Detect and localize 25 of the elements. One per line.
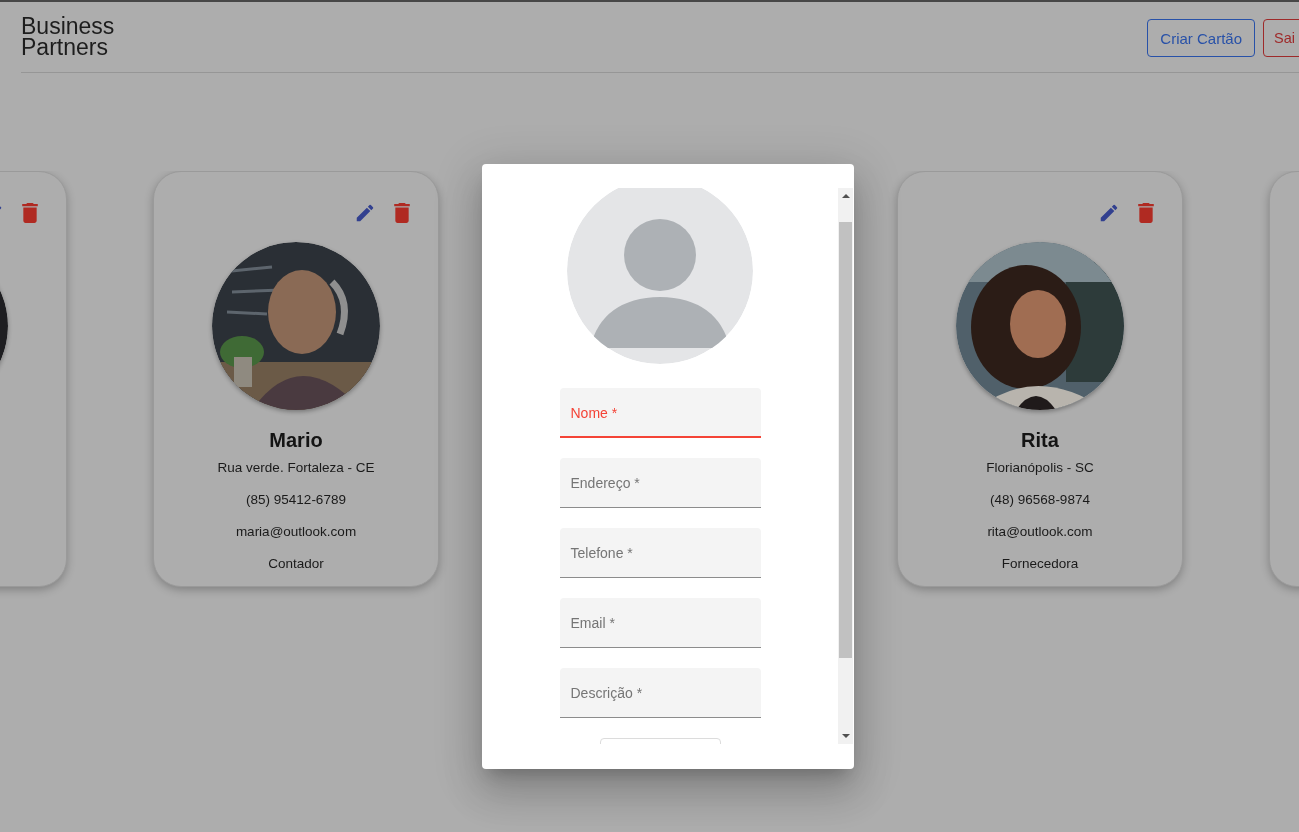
input-field[interactable]: Email * <box>559 598 761 648</box>
delete-icon[interactable] <box>22 203 38 223</box>
input-field[interactable]: Endereço * <box>559 458 761 508</box>
input-field[interactable]: Telefone * <box>559 528 761 578</box>
partner-address: Florianópolis - SC <box>986 459 1094 477</box>
pencil-icon[interactable] <box>1098 202 1120 224</box>
partner-phone: (85) 95412-6789 <box>246 491 346 509</box>
partner-role: Contador <box>268 555 324 573</box>
exit-button[interactable]: Sai <box>1263 19 1299 57</box>
partner-phone: (48) 96568-9874 <box>990 491 1090 509</box>
app-title: Business <box>21 16 115 37</box>
input-field[interactable]: Descrição * <box>559 668 761 718</box>
pencil-icon[interactable] <box>354 202 376 224</box>
partner-address: Rua verde. Fortaleza - CE <box>217 459 375 477</box>
partner-email: rita@outlook.com <box>987 523 1093 541</box>
app-title: Partners <box>21 37 109 58</box>
avatar-placeholder-icon <box>567 188 753 364</box>
partner-name: Rita <box>1021 428 1059 452</box>
partner-role: Fornecedora <box>1001 555 1079 573</box>
delete-icon[interactable] <box>1138 203 1154 223</box>
input-field[interactable]: Nome * <box>559 388 761 438</box>
partner-name: Mario <box>269 428 323 452</box>
delete-icon[interactable] <box>394 203 410 223</box>
create-card-button[interactable]: Criar Cartão <box>1147 19 1255 57</box>
partner-email: maria@outlook.com <box>235 523 357 541</box>
